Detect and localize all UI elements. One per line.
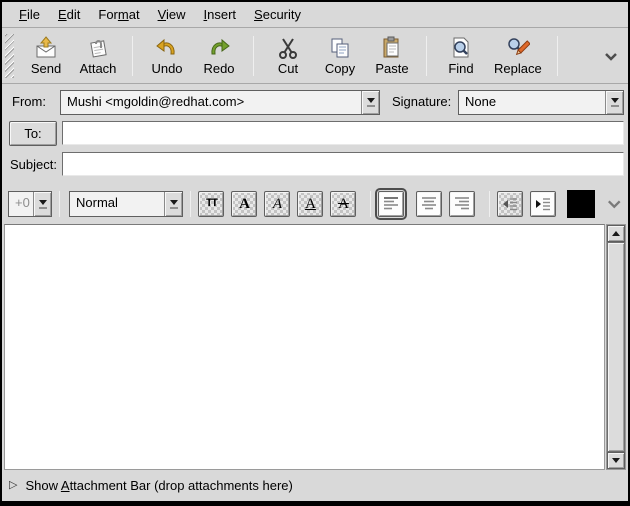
format-separator — [489, 191, 490, 217]
toolbar-grip[interactable] — [5, 34, 14, 78]
text-color-swatch[interactable] — [567, 190, 595, 218]
find-button[interactable]: Find — [435, 32, 487, 80]
copy-button[interactable]: Copy — [314, 32, 366, 80]
signature-label: Signature: — [392, 90, 451, 114]
attach-icon — [86, 36, 110, 60]
copy-icon — [328, 36, 352, 60]
format-separator — [190, 191, 191, 217]
menu-file[interactable]: File — [10, 3, 49, 26]
strikethrough-toggle-button[interactable]: A — [330, 191, 356, 217]
scroll-up-arrow-icon — [612, 231, 620, 236]
cut-button[interactable]: Cut — [262, 32, 314, 80]
redo-button[interactable]: Redo — [193, 32, 245, 80]
menu-security[interactable]: Security — [245, 3, 310, 26]
format-overflow-chevron-icon[interactable] — [607, 198, 622, 210]
font-size-value: +0 — [9, 192, 33, 216]
unindent-icon — [501, 195, 519, 213]
signature-dropdown-arrow-icon[interactable] — [605, 91, 623, 114]
toolbar-separator — [426, 36, 427, 76]
undo-label: Undo — [151, 61, 182, 76]
replace-icon — [506, 36, 530, 60]
toolbar-overflow-chevron-icon[interactable] — [604, 51, 618, 61]
attachment-bar-toggle[interactable]: ▷ Show Attachment Bar (drop attachments … — [2, 472, 628, 498]
format-toolbar: +0 Normal TT A A A A — [2, 185, 628, 223]
cut-icon — [276, 36, 300, 60]
paste-icon — [380, 36, 404, 60]
expander-triangle-icon[interactable]: ▷ — [9, 480, 17, 491]
message-body-editor[interactable] — [4, 224, 605, 470]
from-dropdown-arrow-icon[interactable] — [361, 91, 379, 114]
scroll-down-arrow-icon — [612, 458, 620, 463]
typewriter-icon: TT — [206, 198, 217, 210]
toolbar-separator — [132, 36, 133, 76]
send-button[interactable]: Send — [20, 32, 72, 80]
from-select[interactable]: Mushi <mgoldin@redhat.com> — [60, 90, 380, 115]
main-toolbar: Send Attach Undo — [2, 29, 628, 84]
redo-label: Redo — [203, 61, 234, 76]
toolbar-separator — [253, 36, 254, 76]
font-size-select[interactable]: +0 — [8, 191, 52, 217]
menu-insert[interactable]: Insert — [195, 3, 246, 26]
from-label: From: — [12, 90, 46, 114]
send-icon — [34, 36, 58, 60]
undo-button[interactable]: Undo — [141, 32, 193, 80]
compose-mail-window: File Edit Format View Insert Security Se… — [0, 0, 630, 506]
indent-icon — [534, 195, 552, 213]
typewriter-toggle-button[interactable]: TT — [198, 191, 224, 217]
from-value: Mushi <mgoldin@redhat.com> — [61, 91, 361, 114]
align-right-button[interactable] — [449, 191, 475, 217]
menu-format[interactable]: Format — [89, 3, 148, 26]
format-separator — [370, 191, 371, 217]
to-label: To: — [24, 126, 41, 141]
paste-label: Paste — [375, 61, 408, 76]
align-left-button[interactable] — [378, 191, 404, 217]
align-center-button[interactable] — [416, 191, 442, 217]
align-right-icon — [453, 195, 471, 213]
attachment-bar-label: Show Attachment Bar (drop attachments he… — [25, 478, 292, 493]
format-separator — [59, 191, 60, 217]
paste-button[interactable]: Paste — [366, 32, 418, 80]
font-size-dropdown-arrow-icon[interactable] — [33, 192, 51, 216]
paragraph-style-select[interactable]: Normal — [69, 191, 183, 217]
to-button[interactable]: To: — [9, 121, 57, 146]
align-center-icon — [420, 195, 438, 213]
italic-toggle-button[interactable]: A — [264, 191, 290, 217]
indent-button[interactable] — [530, 191, 556, 217]
strikethrough-icon: A — [338, 196, 349, 213]
menu-view[interactable]: View — [149, 3, 195, 26]
copy-label: Copy — [325, 61, 355, 76]
editor-area — [4, 224, 626, 470]
redo-icon — [207, 36, 231, 60]
subject-input[interactable] — [62, 152, 624, 176]
to-input[interactable] — [62, 121, 624, 145]
scrollbar-thumb[interactable] — [607, 242, 625, 452]
find-icon — [449, 36, 473, 60]
unindent-button[interactable] — [497, 191, 523, 217]
bold-toggle-button[interactable]: A — [231, 191, 257, 217]
signature-select[interactable]: None — [458, 90, 624, 115]
italic-icon: A — [273, 196, 282, 213]
paragraph-style-value: Normal — [70, 192, 164, 216]
menubar: File Edit Format View Insert Security — [2, 2, 628, 28]
send-label: Send — [31, 61, 61, 76]
attach-button[interactable]: Attach — [72, 32, 124, 80]
scrollbar-down-button[interactable] — [607, 452, 625, 469]
underline-toggle-button[interactable]: A — [297, 191, 323, 217]
cut-label: Cut — [278, 61, 298, 76]
find-label: Find — [448, 61, 473, 76]
scrollbar-up-button[interactable] — [607, 225, 625, 242]
undo-icon — [155, 36, 179, 60]
paragraph-style-dropdown-arrow-icon[interactable] — [164, 192, 182, 216]
underline-icon: A — [305, 196, 316, 213]
replace-label: Replace — [494, 61, 542, 76]
replace-button[interactable]: Replace — [487, 32, 549, 80]
toolbar-separator — [557, 36, 558, 76]
subject-label: Subject: — [10, 153, 57, 177]
align-left-icon — [382, 195, 400, 213]
menu-edit[interactable]: Edit — [49, 3, 89, 26]
editor-scrollbar[interactable] — [606, 224, 626, 470]
signature-value: None — [459, 91, 605, 114]
attach-label: Attach — [80, 61, 117, 76]
bold-icon: A — [239, 196, 250, 213]
